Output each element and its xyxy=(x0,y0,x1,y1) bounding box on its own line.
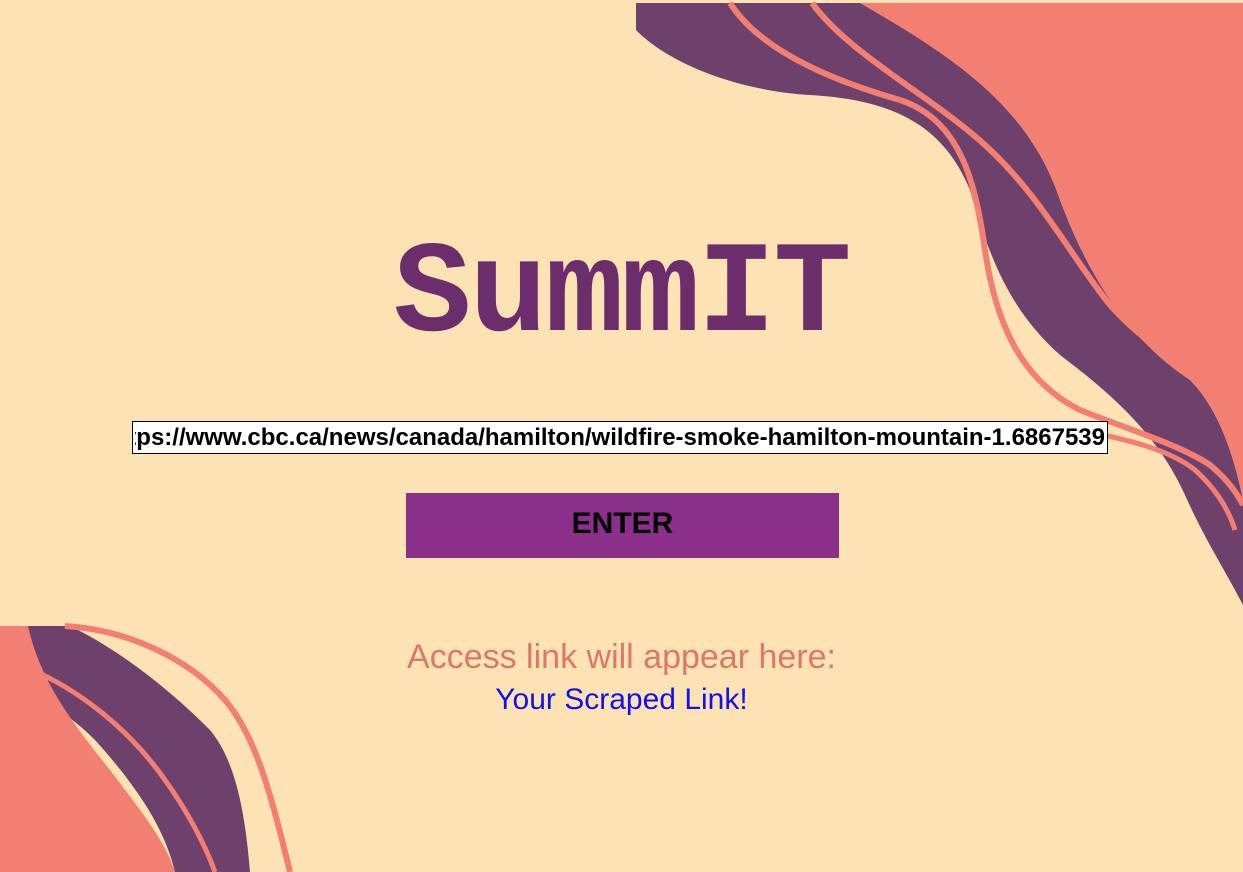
enter-button[interactable]: ENTER xyxy=(406,493,839,558)
access-link-label: Access link will appear here: xyxy=(407,638,836,676)
scraped-link[interactable]: Your Scraped Link! xyxy=(0,683,1243,717)
url-input[interactable] xyxy=(132,421,1108,454)
app-title: SummIT xyxy=(393,223,851,370)
